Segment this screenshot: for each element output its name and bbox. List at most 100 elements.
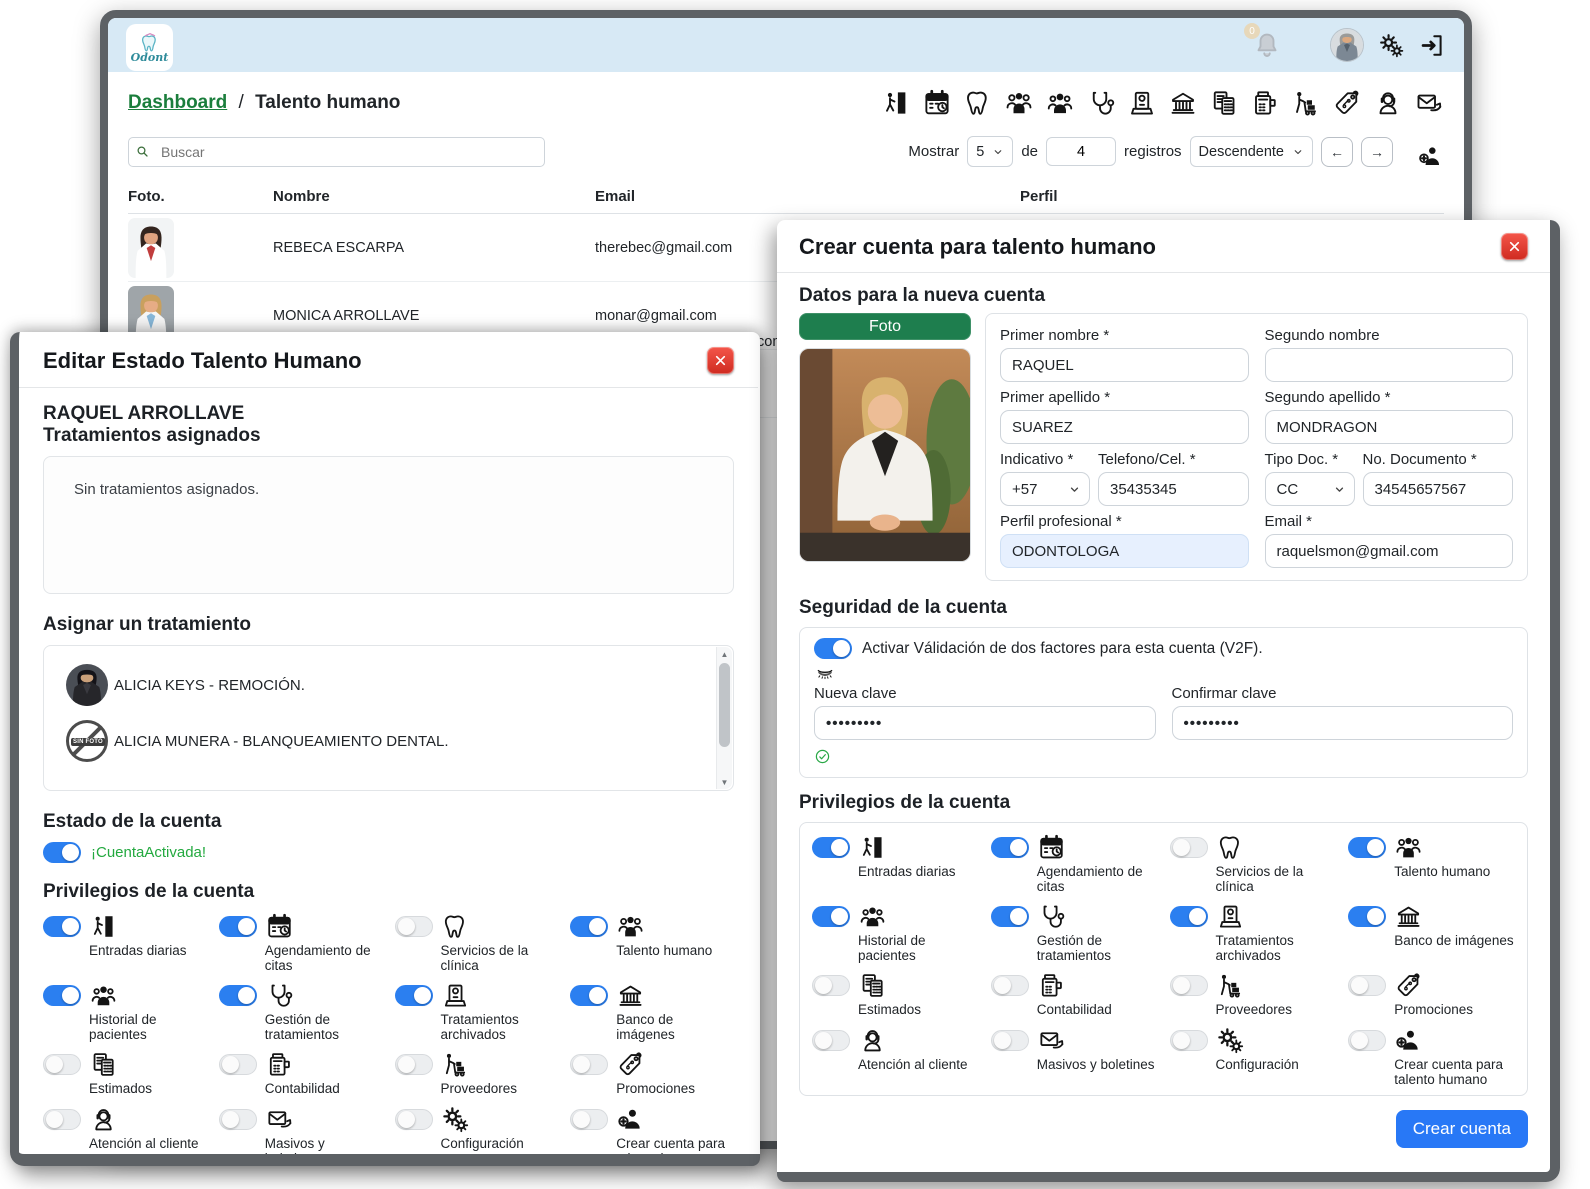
page-size-select[interactable]: 5 [967, 136, 1013, 167]
privilege-toggle-gestion-tratamientos[interactable] [219, 985, 257, 1006]
assign-treatment-item[interactable]: SIN FOTOALICIA MUNERA - BLANQUEAMIENTO D… [66, 720, 703, 762]
segundo-nombre-input[interactable] [1265, 348, 1514, 382]
privilege-banco-imagenes[interactable]: Banco de imágenes [570, 981, 734, 1042]
gestion-tratamientos-icon[interactable] [1086, 88, 1116, 118]
email-input[interactable] [1265, 534, 1514, 568]
privilege-servicios-clinica[interactable]: Servicios de la clínica [395, 912, 559, 973]
breadcrumb-dashboard-link[interactable]: Dashboard [128, 92, 227, 113]
agendamiento-citas-icon[interactable] [922, 88, 952, 118]
settings-gears-icon[interactable] [1378, 32, 1405, 59]
privilege-toggle-configuracion[interactable] [1170, 1030, 1208, 1051]
historial-pacientes-icon[interactable] [1045, 88, 1075, 118]
privilege-estimados[interactable]: Estimados [43, 1050, 207, 1096]
privilege-agendamiento-citas[interactable]: Agendamiento de citas [219, 912, 383, 973]
privilege-agendamiento-citas[interactable]: Agendamiento de citas [991, 833, 1158, 894]
privilege-toggle-proveedores[interactable] [1170, 975, 1208, 996]
privilege-entradas-diarias[interactable]: Entradas diarias [812, 833, 979, 894]
privilege-toggle-talento-humano[interactable] [1348, 837, 1386, 858]
privilege-crear-cuenta-talento[interactable]: Crear cuenta para talento humano [1348, 1026, 1515, 1087]
privilege-toggle-banco-imagenes[interactable] [1348, 906, 1386, 927]
privilege-banco-imagenes[interactable]: Banco de imágenes [1348, 902, 1515, 963]
scroll-down-arrow[interactable]: ▼ [717, 775, 732, 789]
confirmar-clave-input[interactable] [1172, 706, 1514, 740]
no-documento-input[interactable] [1363, 472, 1514, 506]
privilege-configuracion[interactable]: Configuración [395, 1105, 559, 1166]
privilege-crear-cuenta-talento[interactable]: Crear cuenta para talento humano [570, 1105, 734, 1166]
privilege-entradas-diarias[interactable]: Entradas diarias [43, 912, 207, 973]
privilege-promociones[interactable]: Promociones [1348, 971, 1515, 1017]
order-select[interactable]: Descendente [1190, 136, 1313, 167]
privilege-talento-humano[interactable]: Talento humano [1348, 833, 1515, 894]
privilege-gestion-tratamientos[interactable]: Gestión de tratamientos [991, 902, 1158, 963]
privilege-toggle-agendamiento-citas[interactable] [219, 916, 257, 937]
tratamientos-archivados-icon[interactable] [1127, 88, 1157, 118]
privilege-configuracion[interactable]: Configuración [1170, 1026, 1337, 1087]
privilege-toggle-masivos-boletines[interactable] [219, 1109, 257, 1130]
perfil-profesional-input[interactable] [1000, 534, 1249, 568]
logout-icon[interactable] [1419, 32, 1446, 59]
nueva-clave-input[interactable] [814, 706, 1156, 740]
privilege-atencion-cliente[interactable]: Atención al cliente [43, 1105, 207, 1166]
atencion-cliente-icon[interactable] [1373, 88, 1403, 118]
foto-upload-button[interactable]: Foto [799, 313, 971, 340]
banco-imagenes-icon[interactable] [1168, 88, 1198, 118]
privilege-toggle-contabilidad[interactable] [219, 1054, 257, 1075]
privilege-proveedores[interactable]: Proveedores [395, 1050, 559, 1096]
estimados-icon[interactable] [1209, 88, 1239, 118]
privilege-contabilidad[interactable]: Contabilidad [991, 971, 1158, 1017]
contabilidad-icon[interactable] [1250, 88, 1280, 118]
next-page-button[interactable]: → [1361, 137, 1393, 167]
talento-humano-icon[interactable] [1004, 88, 1034, 118]
scroll-thumb[interactable] [719, 663, 730, 747]
primer-apellido-input[interactable] [1000, 410, 1249, 444]
telefono-input[interactable] [1098, 472, 1249, 506]
privilege-toggle-crear-cuenta-talento[interactable] [570, 1109, 608, 1130]
privilege-toggle-masivos-boletines[interactable] [991, 1030, 1029, 1051]
privilege-toggle-estimados[interactable] [812, 975, 850, 996]
create-account-button[interactable]: Crear cuenta [1396, 1110, 1528, 1148]
privilege-contabilidad[interactable]: Contabilidad [219, 1050, 383, 1096]
privilege-toggle-agendamiento-citas[interactable] [991, 837, 1029, 858]
privilege-toggle-atencion-cliente[interactable] [812, 1030, 850, 1051]
privilege-historial-pacientes[interactable]: Historial de pacientes [43, 981, 207, 1042]
privilege-toggle-historial-pacientes[interactable] [812, 906, 850, 927]
privilege-gestion-tratamientos[interactable]: Gestión de tratamientos [219, 981, 383, 1042]
privilege-proveedores[interactable]: Proveedores [1170, 971, 1337, 1017]
privilege-toggle-historial-pacientes[interactable] [43, 985, 81, 1006]
account-state-toggle[interactable] [43, 842, 81, 863]
privilege-toggle-promociones[interactable] [570, 1054, 608, 1075]
privilege-masivos-boletines[interactable]: Masivos y boletines [991, 1026, 1158, 1087]
scrollbar[interactable]: ▲ ▼ [716, 647, 732, 789]
segundo-apellido-input[interactable] [1265, 410, 1514, 444]
privilege-toggle-servicios-clinica[interactable] [1170, 837, 1208, 858]
privilege-toggle-tratamientos-archivados[interactable] [395, 985, 433, 1006]
user-avatar[interactable] [1330, 28, 1364, 62]
privilege-historial-pacientes[interactable]: Historial de pacientes [812, 902, 979, 963]
masivos-boletines-icon[interactable] [1414, 88, 1444, 118]
privilege-talento-humano[interactable]: Talento humano [570, 912, 734, 973]
indicativo-select[interactable]: +57 [1000, 472, 1090, 506]
assign-treatment-item[interactable]: ALICIA KEYS - REMOCIÓN. [66, 664, 703, 706]
privilege-toggle-crear-cuenta-talento[interactable] [1348, 1030, 1386, 1051]
promociones-icon[interactable] [1332, 88, 1362, 118]
privilege-toggle-talento-humano[interactable] [570, 916, 608, 937]
privilege-tratamientos-archivados[interactable]: Tratamientos archivados [395, 981, 559, 1042]
create-modal-close-icon[interactable] [1501, 233, 1528, 260]
v2f-toggle[interactable] [814, 638, 852, 659]
servicios-clinica-icon[interactable] [963, 88, 993, 118]
privilege-tratamientos-archivados[interactable]: Tratamientos archivados [1170, 902, 1337, 963]
proveedores-icon[interactable] [1291, 88, 1321, 118]
privilege-toggle-promociones[interactable] [1348, 975, 1386, 996]
entradas-diarias-icon[interactable] [881, 88, 911, 118]
privilege-toggle-banco-imagenes[interactable] [570, 985, 608, 1006]
privilege-toggle-entradas-diarias[interactable] [43, 916, 81, 937]
privilege-toggle-configuracion[interactable] [395, 1109, 433, 1130]
scroll-up-arrow[interactable]: ▲ [717, 647, 732, 661]
privilege-atencion-cliente[interactable]: Atención al cliente [812, 1026, 979, 1087]
privilege-servicios-clinica[interactable]: Servicios de la clínica [1170, 833, 1337, 894]
privilege-toggle-contabilidad[interactable] [991, 975, 1029, 996]
notifications-bell-icon[interactable]: 0 [1252, 30, 1282, 60]
privilege-toggle-servicios-clinica[interactable] [395, 916, 433, 937]
privilege-toggle-entradas-diarias[interactable] [812, 837, 850, 858]
privilege-toggle-proveedores[interactable] [395, 1054, 433, 1075]
